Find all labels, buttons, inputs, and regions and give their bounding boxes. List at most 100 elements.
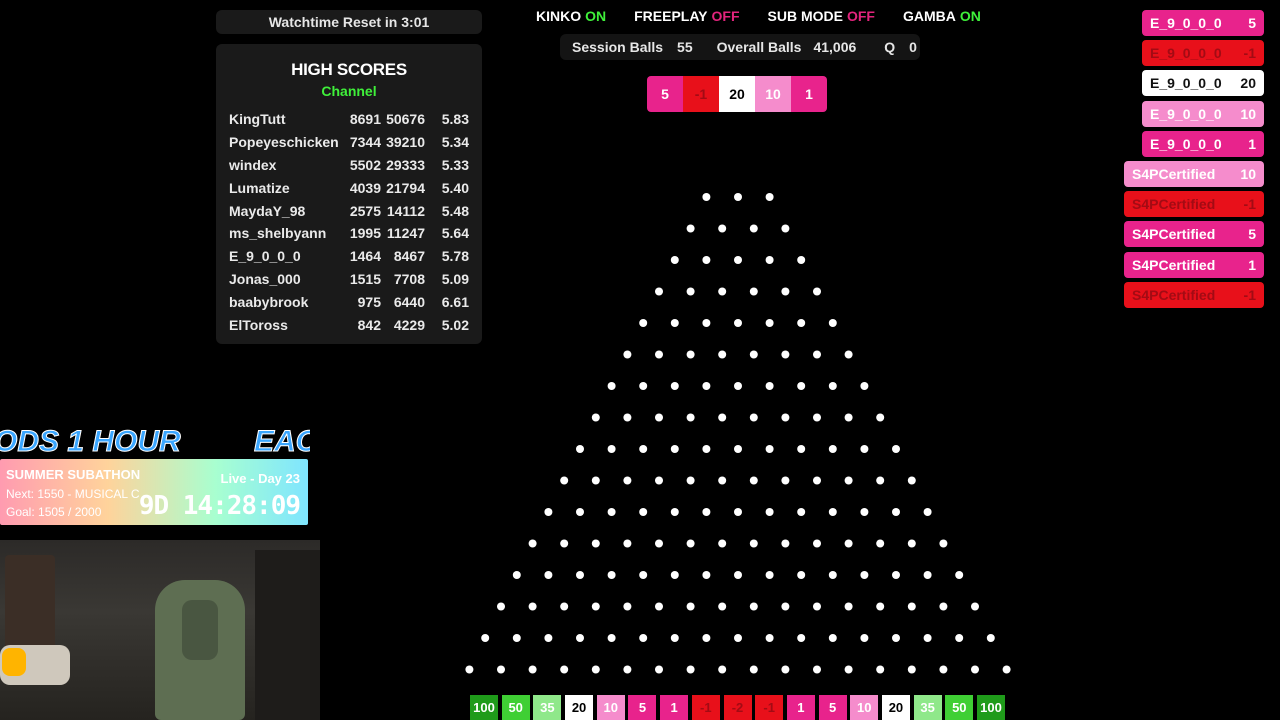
peg [923,571,932,579]
peg [623,539,632,548]
score-balls: 2575 [349,202,381,219]
peg [686,350,695,359]
peg [876,413,885,422]
score-average: 5.64 [441,225,469,242]
peg [971,602,979,611]
payout-slot: 10 [850,695,879,720]
peg [939,665,948,674]
feed-user: E_9_0_0_0 [1150,75,1222,92]
peg [560,665,569,674]
peg [497,665,505,674]
peg [781,413,790,422]
feed-value: -1 [1243,196,1256,213]
peg [481,634,490,642]
peg [734,319,742,327]
payout-slot: 35 [533,695,562,720]
player-name: windex [229,156,277,173]
peg [639,508,648,516]
peg [860,571,869,579]
feed-user: E_9_0_0_0 [1150,135,1222,152]
queue-value: 0 [909,39,917,55]
peg [813,665,821,674]
recent-result: 10 [755,76,791,112]
peg [765,256,774,264]
peg [718,665,727,674]
peg [828,382,837,390]
toggle-label: KINKO [536,8,582,24]
player-name: Jonas_000 [229,270,301,287]
toggle-value: ON [585,8,607,24]
peg [781,224,790,233]
score-average: 5.83 [441,111,469,128]
peg [828,571,837,579]
subathon-card: SUMMER SUBATHON Next: 1550 - MUSICAL C G… [0,459,308,525]
payout-slot: 5 [818,695,847,720]
peg [828,508,837,516]
score-balls: 1464 [349,248,381,265]
peg [734,445,742,453]
score-balls: 1995 [349,225,381,242]
peg [781,665,790,674]
peg [560,602,569,611]
peg [702,193,711,201]
score-points: 29333 [386,156,425,173]
peg [781,287,790,296]
subathon-title: SUMMER SUBATHON [6,467,141,482]
peg [813,476,821,485]
peg [576,445,584,453]
peg [876,476,885,485]
score-row: windex 5502 29333 5.33 [229,154,469,177]
peg [907,602,916,611]
toggle-value: OFF [711,8,740,24]
peg [797,445,806,453]
peg [670,571,679,579]
score-balls: 975 [357,293,381,310]
toggle-label: FREEPLAY [634,8,708,24]
peg [718,539,727,548]
peg [655,602,663,611]
watchtime-label: Watchtime Reset in 3:01 [268,14,430,30]
session-balls-value: 55 [677,39,693,55]
peg [670,445,679,453]
peg [844,413,853,422]
player-name: baabybrook [229,293,309,310]
peg [892,445,900,453]
score-balls: 8691 [349,111,381,128]
peg [860,634,869,642]
score-average: 5.40 [441,179,469,196]
score-points: 21794 [386,179,425,196]
peg [639,634,648,642]
feed-user: S4PCertified [1132,196,1216,213]
player-name: Popeyeschicken [229,134,339,151]
payout-slot: 35 [913,695,942,720]
feed-user: S4PCertified [1132,256,1216,273]
peg [702,508,711,516]
peg [670,319,679,327]
score-row: E_9_0_0_0 1464 8467 5.78 [229,245,469,268]
peg [591,413,600,422]
payout-slot: 1 [786,695,815,720]
feed-value: -1 [1243,45,1256,62]
score-average: 5.48 [441,202,469,219]
score-balls: 842 [357,316,381,333]
peg [734,382,742,390]
peg [591,602,600,611]
peg [623,413,632,422]
toggle-value: ON [959,8,981,24]
feed-entry: E_9_0_0_0 20 [1142,70,1264,97]
peg [607,634,616,642]
subathon-overlay: ODS 1 HOUR EAC SUMMER SUBATHON Next: 155… [0,425,310,530]
peg [465,665,474,674]
peg [655,413,663,422]
peg [749,224,758,233]
session-balls-label: Session Balls [572,39,664,55]
subathon-next: Next: 1550 - MUSICAL C [6,487,140,501]
recent-result: 20 [719,76,755,112]
overall-balls-value: 41,006 [813,39,857,55]
feed-value: 20 [1240,75,1256,92]
feed-entry: S4PCertified -1 [1124,191,1264,218]
peg [781,539,790,548]
peg [655,476,663,485]
peg [749,476,758,485]
score-points: 14112 [386,202,425,219]
